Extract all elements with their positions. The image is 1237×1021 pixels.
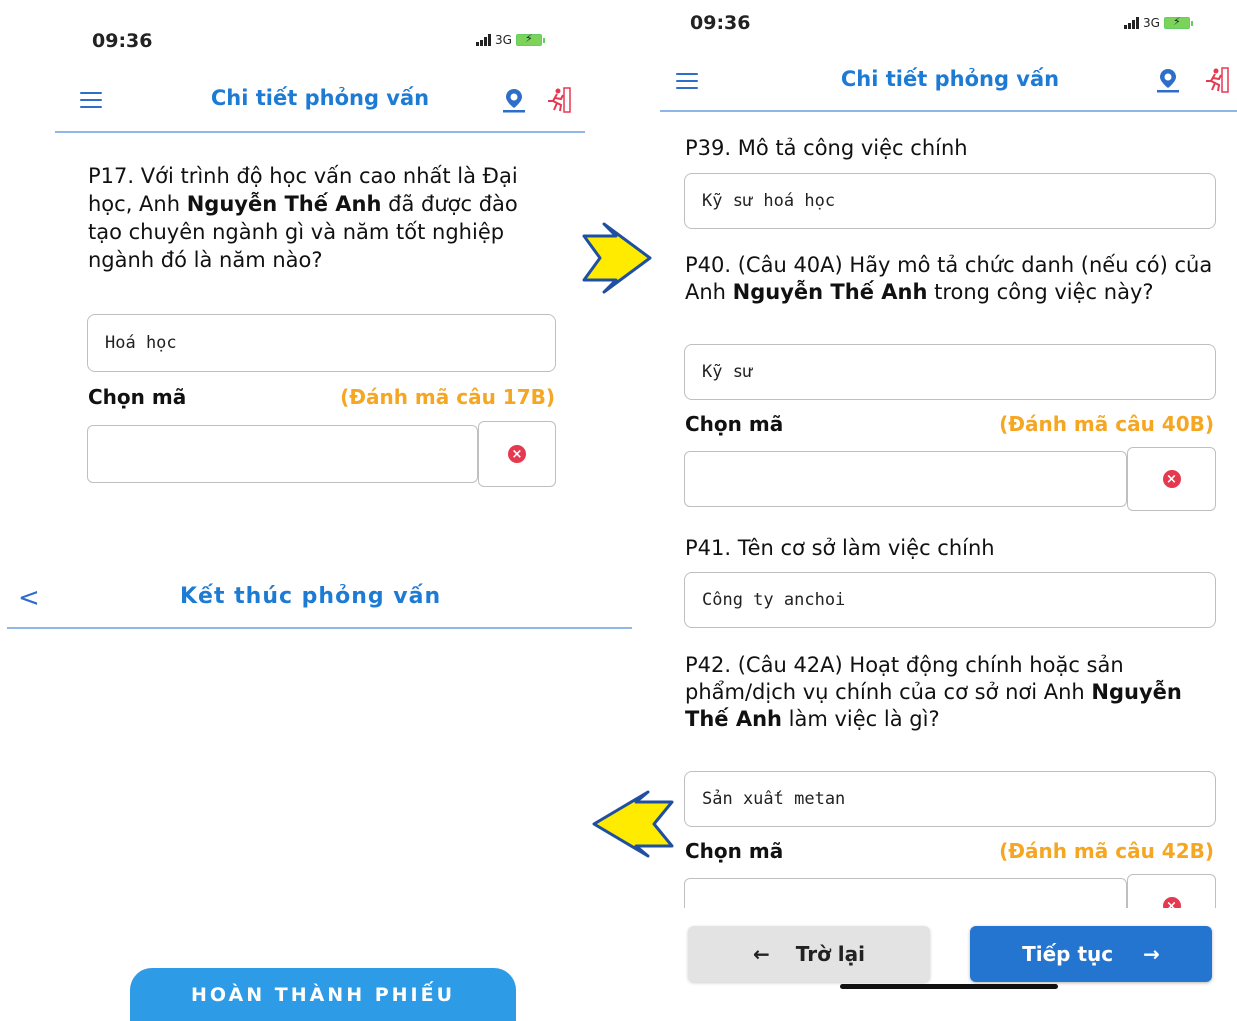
clear-code-button[interactable]: × (478, 421, 556, 487)
answer-field-p42[interactable]: Sản xuất metan (684, 771, 1216, 827)
home-indicator (840, 984, 1058, 989)
network-type: 3G (495, 33, 512, 47)
respondent-name: Nguyễn Thế Anh (186, 192, 382, 216)
question-text-end: làm việc là gì? (781, 707, 940, 731)
answer-field-p17[interactable]: Hoá học (87, 314, 556, 372)
back-label: Trờ lại (795, 942, 865, 966)
arrow-right-icon: → (1143, 942, 1160, 966)
next-button[interactable]: Tiếp tục → (970, 926, 1212, 982)
choose-code-label: Chọn mã (88, 385, 187, 409)
end-interview-title: Kết thúc phỏng vấn (180, 584, 442, 609)
question-text-end: trong công việc này? (927, 280, 1154, 304)
running-exit-icon[interactable] (1202, 66, 1230, 94)
scroll-content[interactable]: P39. Mô tả công việc chính Kỹ sư hoá học… (660, 112, 1237, 908)
question-text: P42. (Câu 42A) Hoạt động chính hoặc sản … (685, 653, 1124, 704)
battery-icon: ⚡ (515, 32, 545, 46)
status-indicators: 3G ⚡ (476, 32, 545, 47)
close-icon: × (1162, 470, 1181, 488)
question-p41: P41. Tên cơ sở làm việc chính (685, 536, 995, 560)
hamburger-menu-icon[interactable] (676, 73, 698, 89)
map-pin-icon[interactable] (500, 86, 528, 114)
running-exit-icon[interactable] (544, 86, 572, 114)
code-hint: (Đánh mã câu 42B) (999, 839, 1214, 863)
signal-icon (476, 34, 491, 46)
answer-field-p40[interactable]: Kỹ sư (684, 344, 1216, 400)
next-label: Tiếp tục (1022, 942, 1114, 966)
answer-field-p41[interactable]: Công ty anchoi (684, 572, 1216, 628)
code-hint: (Đánh mã câu 17B) (340, 385, 555, 409)
hamburger-menu-icon[interactable] (80, 92, 102, 108)
map-pin-icon[interactable] (1154, 66, 1182, 94)
end-bar-divider (7, 627, 632, 629)
choose-code-label: Chọn mã (685, 839, 784, 863)
clear-code-button[interactable]: × (1127, 874, 1216, 908)
complete-form-button[interactable]: HOÀN THÀNH PHIẾU (130, 968, 516, 1021)
back-chevron-icon[interactable]: < (18, 583, 40, 613)
question-p40: P40. (Câu 40A) Hãy mô tả chức danh (nếu … (685, 252, 1215, 306)
status-time: 09:36 (690, 12, 751, 34)
arrow-right-icon (582, 222, 652, 294)
network-type: 3G (1143, 16, 1160, 30)
header-divider (55, 131, 585, 133)
question-p39: P39. Mô tả công việc chính (685, 136, 968, 160)
back-button[interactable]: ← Trờ lại (688, 926, 930, 982)
status-indicators: 3G ⚡ (1124, 15, 1193, 30)
page-title: Chi tiết phỏng vấn (210, 86, 430, 110)
code-hint: (Đánh mã câu 40B) (999, 412, 1214, 436)
answer-field-p39[interactable]: Kỹ sư hoá học (684, 173, 1216, 229)
page-title: Chi tiết phỏng vấn (840, 67, 1060, 91)
respondent-name: Nguyễn Thế Anh (732, 280, 928, 304)
status-time: 09:36 (92, 30, 153, 52)
choose-code-label: Chọn mã (685, 412, 784, 436)
question-p42: P42. (Câu 42A) Hoạt động chính hoặc sản … (685, 652, 1215, 733)
arrow-left-icon: ← (753, 942, 770, 966)
clear-code-button[interactable]: × (1127, 447, 1216, 511)
close-icon: × (508, 445, 526, 463)
code-input-17b[interactable] (87, 425, 478, 483)
code-input-42b[interactable] (684, 878, 1127, 908)
battery-icon: ⚡ (1163, 15, 1193, 29)
close-icon: × (1162, 897, 1181, 908)
question-p17: P17. Với trình độ học vấn cao nhất là Đạ… (88, 162, 558, 274)
code-input-40b[interactable] (684, 451, 1127, 507)
signal-icon (1124, 17, 1139, 29)
